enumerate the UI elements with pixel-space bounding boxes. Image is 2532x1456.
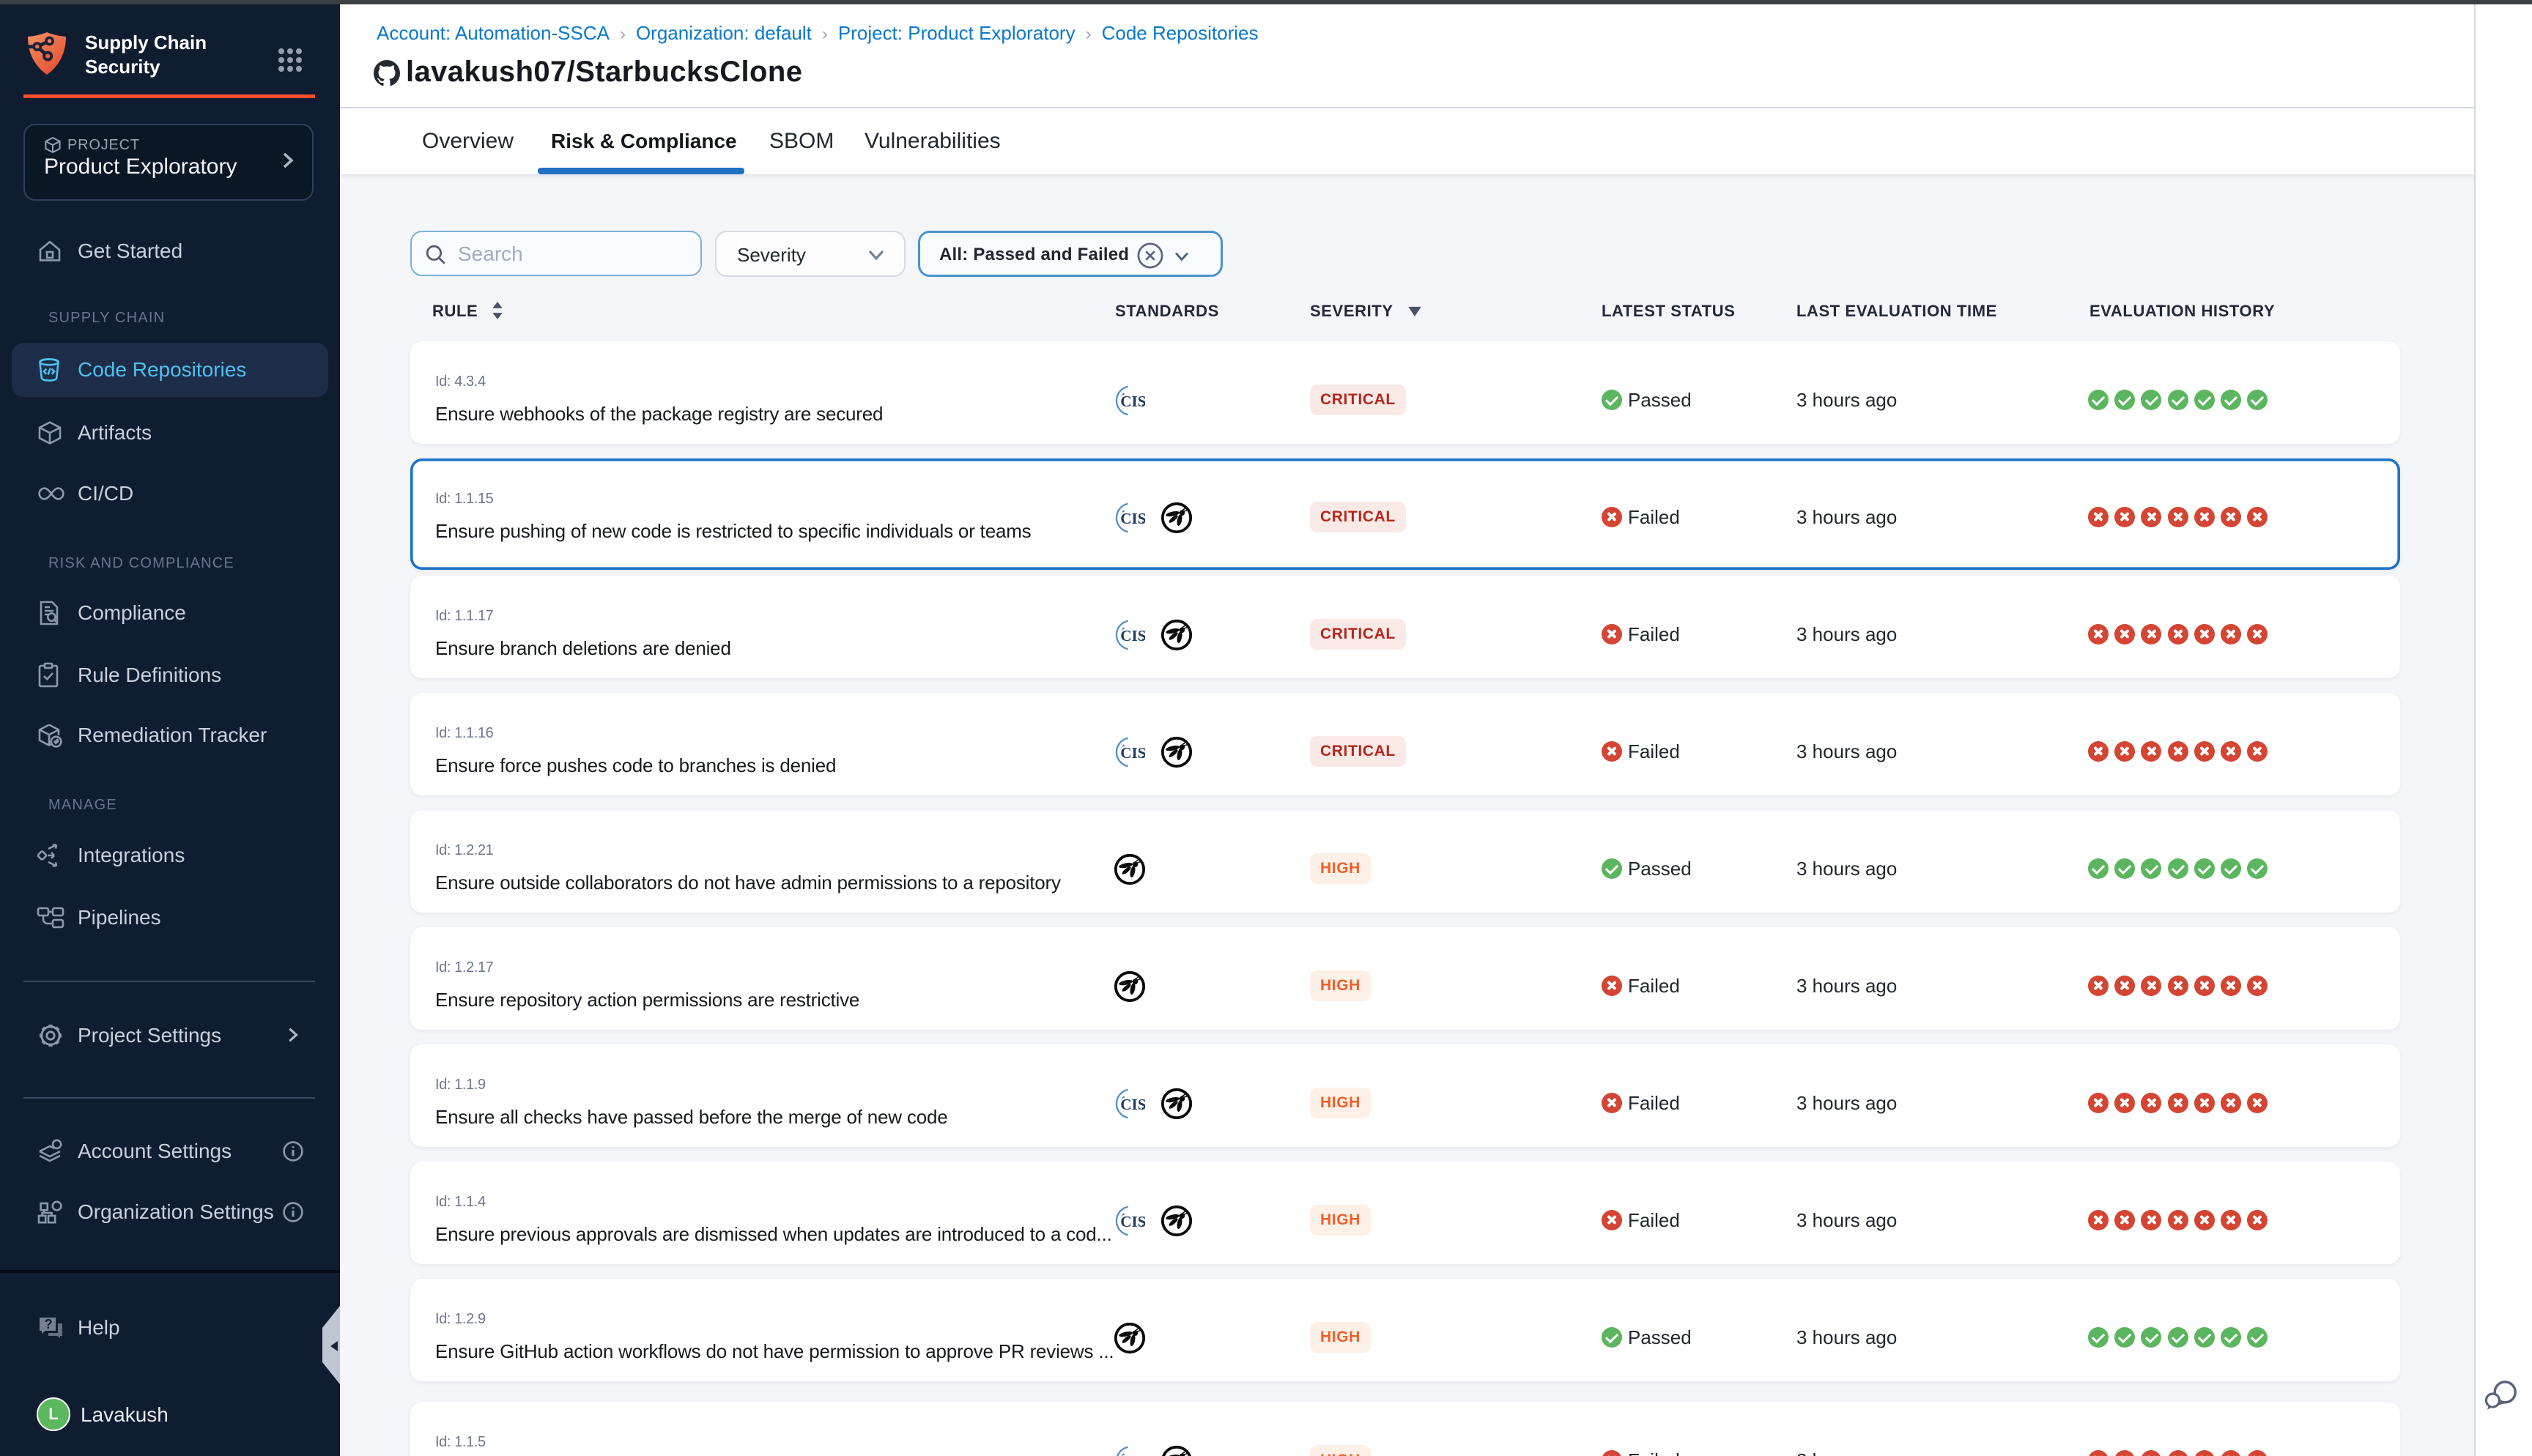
svg-text:CIS: CIS <box>1120 744 1145 762</box>
svg-text:CIS: CIS <box>1120 510 1145 527</box>
svg-text:CIS: CIS <box>1120 1453 1145 1456</box>
svg-text:CIS: CIS <box>1120 627 1145 645</box>
svg-text:CIS: CIS <box>1120 1213 1145 1230</box>
svg-text:CIS: CIS <box>1120 1096 1145 1113</box>
svg-text:?: ? <box>45 1317 53 1331</box>
svg-text:CIS: CIS <box>1120 393 1145 410</box>
